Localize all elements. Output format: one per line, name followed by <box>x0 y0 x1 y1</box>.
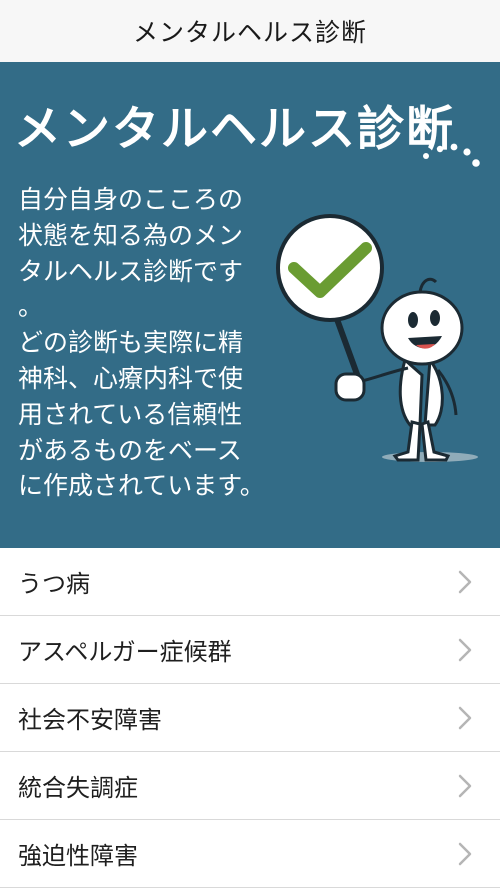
menu-item-social-anxiety[interactable]: 社会不安障害 <box>0 684 500 752</box>
hero-description-line: 神科、心療内科で使 <box>18 363 244 393</box>
menu-item-label: うつ病 <box>18 570 90 598</box>
mascot-illustration <box>276 214 478 462</box>
navigation-bar: メンタルヘルス診断 <box>0 0 500 63</box>
chevron-right-icon <box>458 774 472 797</box>
hero-description-line: タルヘルス診断です <box>18 256 244 286</box>
menu-item-asperger[interactable]: アスペルガー症候群 <box>0 616 500 684</box>
menu-item-ocd[interactable]: 強迫性障害 <box>0 820 500 888</box>
chevron-right-icon <box>458 842 472 865</box>
chevron-right-icon <box>458 570 472 593</box>
chevron-right-icon <box>458 638 472 661</box>
hero-description-line: があるものをベース <box>18 435 242 465</box>
chevron-right-icon <box>458 706 472 729</box>
hero-banner: メンタルヘルス診断 自分自身のこころの 状態を知る為のメン タルヘルス診断です … <box>0 62 500 548</box>
page-title: メンタルヘルス診断 <box>132 18 367 47</box>
hero-description-line: 用されている信頼性 <box>18 399 243 429</box>
hero-description-line: に作成されています。 <box>18 471 265 501</box>
hero-description: 自分自身のこころの 状態を知る為のメン タルヘルス診断です 。 どの診断も実際に… <box>18 182 268 504</box>
menu-item-label: アスペルガー症候群 <box>18 638 232 666</box>
menu-item-label: 統合失調症 <box>18 774 138 802</box>
hero-title: メンタルヘルス診断 <box>14 102 455 157</box>
menu-item-depression[interactable]: うつ病 <box>0 548 500 616</box>
hero-description-line: 。 <box>18 292 44 322</box>
hero-description-line: 状態を知る為のメン <box>18 220 244 250</box>
sparkle-decoration-icon <box>423 143 480 167</box>
menu-item-label: 社会不安障害 <box>18 706 162 734</box>
menu-item-schizophrenia[interactable]: 統合失調症 <box>0 752 500 820</box>
diagnosis-menu: うつ病 アスペルガー症候群 社会不安障害 統合失調症 強迫性障害 <box>0 548 500 888</box>
menu-item-label: 強迫性障害 <box>18 842 138 870</box>
hero-description-line: 自分自身のこころの <box>18 185 244 214</box>
hero-description-line: どの診断も実際に精 <box>18 328 244 358</box>
